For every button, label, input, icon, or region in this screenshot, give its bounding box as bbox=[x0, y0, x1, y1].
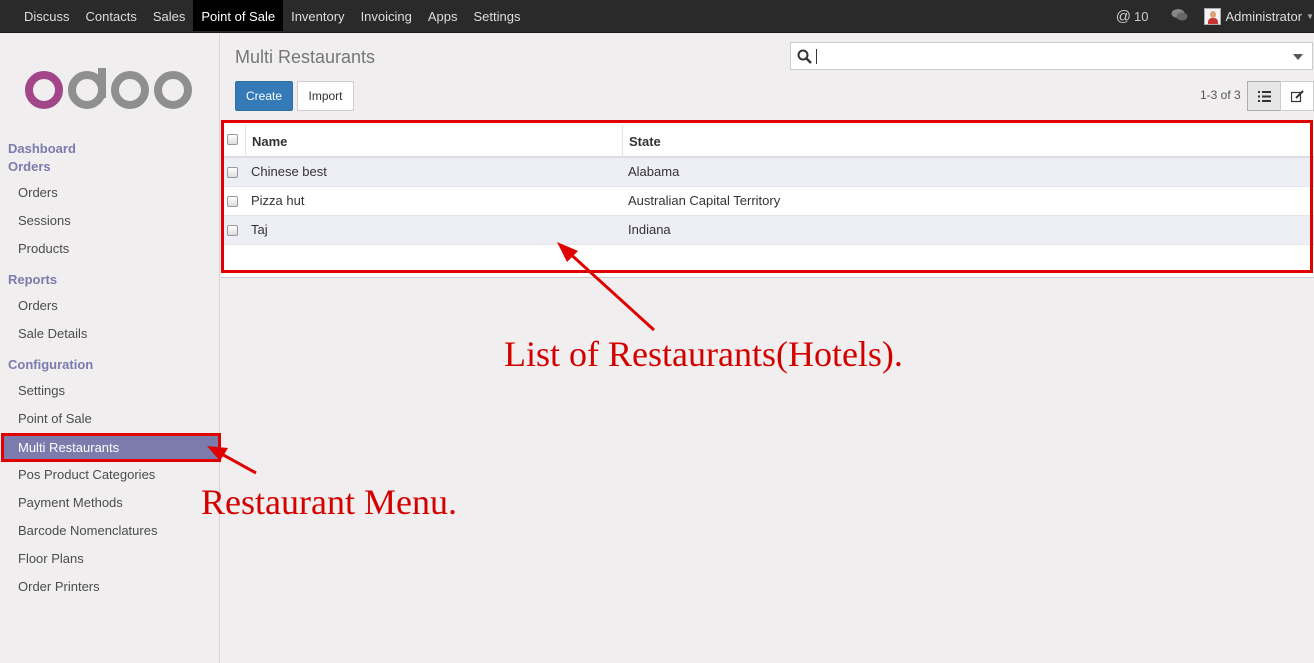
text-cursor bbox=[816, 49, 817, 64]
search-icon bbox=[797, 49, 812, 64]
menu-discuss[interactable]: Discuss bbox=[16, 0, 78, 31]
sidebar: Dashboard Orders Orders Sessions Product… bbox=[0, 34, 220, 663]
sidebar-item-sessions[interactable]: Sessions bbox=[18, 213, 71, 228]
annotation-menu-label: Restaurant Menu. bbox=[201, 482, 457, 522]
sidebar-item-products[interactable]: Products bbox=[18, 241, 69, 256]
sidebar-item-order-printers[interactable]: Order Printers bbox=[18, 579, 100, 594]
sidebar-item-payment-methods[interactable]: Payment Methods bbox=[18, 495, 123, 510]
menu-contacts[interactable]: Contacts bbox=[78, 0, 145, 31]
edit-icon bbox=[1290, 89, 1304, 102]
user-menu[interactable]: Administrator ▼ bbox=[1203, 8, 1314, 25]
create-button[interactable]: Create bbox=[235, 81, 293, 111]
app-menu: Discuss Contacts Sales Point of Sale Inv… bbox=[16, 0, 529, 33]
list-highlight-box bbox=[221, 120, 1313, 273]
import-button[interactable]: Import bbox=[297, 81, 354, 111]
chat-button[interactable] bbox=[1171, 8, 1188, 25]
sidebar-item-sale-details[interactable]: Sale Details bbox=[18, 326, 87, 341]
search-input[interactable] bbox=[790, 42, 1313, 70]
pager-value[interactable]: 1-3 of 3 bbox=[1200, 88, 1241, 102]
top-navbar: Discuss Contacts Sales Point of Sale Inv… bbox=[0, 0, 1314, 33]
sidebar-item-orders[interactable]: Orders bbox=[18, 185, 58, 200]
sidebar-item-floor-plans[interactable]: Floor Plans bbox=[18, 551, 84, 566]
avatar bbox=[1203, 8, 1221, 25]
mentions-count: 10 bbox=[1134, 9, 1149, 24]
sidebar-item-pos-product-categories[interactable]: Pos Product Categories bbox=[18, 467, 155, 482]
odoo-logo bbox=[25, 68, 192, 109]
user-name: Administrator bbox=[1225, 9, 1303, 24]
sidebar-item-report-orders[interactable]: Orders bbox=[18, 298, 58, 313]
at-icon: @ bbox=[1115, 8, 1132, 25]
menu-settings[interactable]: Settings bbox=[466, 0, 529, 31]
sidebar-item-settings[interactable]: Settings bbox=[18, 383, 65, 398]
page-title: Multi Restaurants bbox=[235, 47, 376, 67]
menu-inventory[interactable]: Inventory bbox=[283, 0, 352, 31]
sidebar-item-barcode-nomenclatures[interactable]: Barcode Nomenclatures bbox=[18, 523, 157, 538]
menu-apps[interactable]: Apps bbox=[420, 0, 466, 31]
section-reports: Reports bbox=[8, 272, 58, 287]
systray: @ 10 Administrator ▼ bbox=[1116, 0, 1314, 33]
chat-icon bbox=[1171, 9, 1187, 21]
list-icon bbox=[1257, 90, 1271, 102]
sidebar-item-point-of-sale[interactable]: Point of Sale bbox=[18, 411, 92, 426]
section-configuration: Configuration bbox=[8, 357, 94, 372]
menu-invoicing[interactable]: Invoicing bbox=[353, 0, 420, 31]
menu-highlight-box bbox=[1, 433, 221, 462]
menu-sales[interactable]: Sales bbox=[145, 0, 194, 31]
annotation-list-label: List of Restaurants(Hotels). bbox=[504, 334, 903, 374]
list-view-button[interactable] bbox=[1247, 81, 1281, 111]
section-orders: Orders bbox=[8, 159, 51, 174]
form-view-button[interactable] bbox=[1280, 81, 1314, 111]
section-dashboard[interactable]: Dashboard bbox=[8, 141, 76, 156]
search-options-toggle[interactable] bbox=[1293, 54, 1303, 60]
mentions-button[interactable]: @ 10 bbox=[1116, 8, 1149, 25]
chevron-down-icon: ▼ bbox=[1306, 12, 1314, 21]
menu-point-of-sale[interactable]: Point of Sale bbox=[193, 0, 284, 31]
